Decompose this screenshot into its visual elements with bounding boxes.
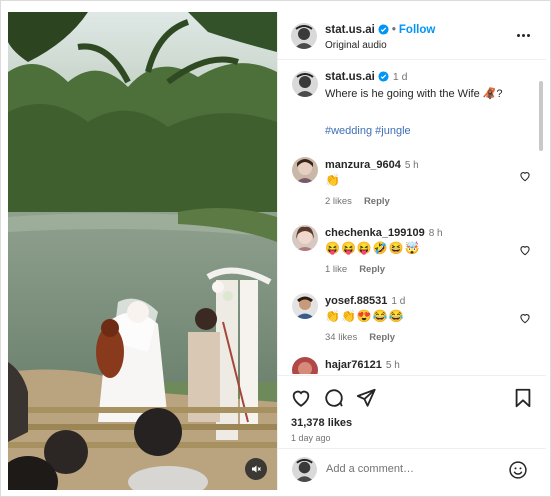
- comment-item: manzura_9604 5 h 👏 2 likes Reply: [292, 157, 532, 217]
- commenter-row: chechenka_199109 8 h: [325, 227, 443, 239]
- current-user-avatar: [292, 457, 317, 482]
- post-details-panel: stat.us.ai • Follow Original audio stat.…: [277, 12, 546, 490]
- like-comment-heart-icon[interactable]: [518, 169, 532, 183]
- post-header: stat.us.ai • Follow Original audio: [278, 12, 546, 60]
- comment-text: 👏: [325, 173, 341, 187]
- reply-button[interactable]: Reply: [369, 332, 395, 343]
- commenter-avatar[interactable]: [292, 225, 318, 251]
- commenter-avatar[interactable]: [292, 157, 318, 183]
- comments-list[interactable]: stat.us.ai 1 d Where is he going with the…: [278, 61, 546, 374]
- commenter-username[interactable]: hajar76121: [325, 359, 382, 371]
- comment-time: 8 h: [428, 228, 443, 239]
- comment-meta: 2 likes Reply: [325, 196, 402, 207]
- like-comment-heart-icon[interactable]: [518, 243, 532, 257]
- commenter-row: hajar76121 5 h: [325, 359, 400, 371]
- share-send-icon[interactable]: [355, 387, 377, 409]
- comment-input[interactable]: [326, 460, 506, 478]
- commenter-avatar-image: [292, 357, 318, 374]
- comment-item: hajar76121 5 h: [292, 357, 532, 374]
- commenter-avatar-image: [292, 293, 318, 319]
- author-avatar-image: [291, 23, 317, 49]
- caption-avatar[interactable]: [292, 71, 318, 97]
- more-dot-icon: [516, 33, 520, 37]
- current-user-avatar-image: [292, 457, 317, 482]
- like-heart-icon[interactable]: [290, 387, 312, 409]
- comment-time: 5 h: [404, 160, 419, 171]
- caption-hashtags[interactable]: #wedding #jungle: [325, 125, 411, 137]
- mute-button[interactable]: [245, 458, 267, 480]
- post-video[interactable]: [8, 12, 277, 490]
- caption-time: 1 d: [392, 71, 408, 83]
- comment-meta: 1 like Reply: [325, 264, 397, 275]
- more-dot-icon: [521, 33, 525, 37]
- verified-badge-icon: [378, 71, 389, 82]
- post-age: 1 day ago: [291, 433, 331, 443]
- author-avatar[interactable]: [291, 23, 317, 49]
- comment-bubble-icon[interactable]: [323, 387, 345, 409]
- author-username[interactable]: stat.us.ai: [325, 24, 375, 36]
- original-audio-link[interactable]: Original audio: [325, 40, 387, 51]
- caption-author-row: stat.us.ai 1 d: [325, 71, 407, 83]
- comment-time: 5 h: [385, 360, 400, 371]
- more-dot-icon: [526, 33, 530, 37]
- commenter-username[interactable]: manzura_9604: [325, 159, 401, 171]
- comments-scrollbar[interactable]: [539, 81, 543, 151]
- comment-text: 😝😝😝🤣😆🤯: [325, 241, 421, 255]
- comment-likes[interactable]: 2 likes: [325, 196, 352, 207]
- follow-button[interactable]: Follow: [399, 24, 435, 36]
- post-modal: stat.us.ai • Follow Original audio stat.…: [0, 0, 551, 497]
- reply-button[interactable]: Reply: [364, 196, 390, 207]
- comment-item: yosef.88531 1 d 👏👏😍😂😂 34 likes Reply: [292, 293, 532, 353]
- comment-text: 👏👏😍😂😂: [325, 309, 405, 323]
- video-frame: [8, 12, 277, 490]
- comment-time: 1 d: [391, 296, 406, 307]
- like-count[interactable]: 31,378 likes: [291, 417, 352, 429]
- caption-avatar-image: [292, 71, 318, 97]
- commenter-username[interactable]: chechenka_199109: [325, 227, 425, 239]
- more-options-button[interactable]: [514, 28, 532, 42]
- commenter-avatar-image: [292, 225, 318, 251]
- muted-speaker-icon: [252, 465, 261, 473]
- commenter-row: yosef.88531 1 d: [325, 295, 405, 307]
- commenter-avatar[interactable]: [292, 357, 318, 374]
- comment-likes[interactable]: 1 like: [325, 264, 347, 275]
- comment-likes[interactable]: 34 likes: [325, 332, 357, 343]
- add-comment-bar: [278, 448, 546, 490]
- caption-text: Where is he going with the Wife 🦧?: [325, 88, 503, 100]
- author-name-row: stat.us.ai • Follow: [325, 24, 435, 36]
- commenter-row: manzura_9604 5 h: [325, 159, 419, 171]
- separator-dot: •: [391, 24, 396, 36]
- save-bookmark-icon[interactable]: [512, 387, 534, 409]
- emoji-smiley-icon[interactable]: [508, 460, 528, 480]
- caption-username[interactable]: stat.us.ai: [325, 71, 375, 83]
- verified-badge-icon: [378, 24, 389, 35]
- like-comment-heart-icon[interactable]: [518, 311, 532, 325]
- commenter-avatar-image: [292, 157, 318, 183]
- post-actions: 31,378 likes 1 day ago: [278, 375, 546, 447]
- commenter-username[interactable]: yosef.88531: [325, 295, 387, 307]
- commenter-avatar[interactable]: [292, 293, 318, 319]
- comment-meta: 34 likes Reply: [325, 332, 407, 343]
- reply-button[interactable]: Reply: [359, 264, 385, 275]
- comment-item: chechenka_199109 8 h 😝😝😝🤣😆🤯 1 like Reply: [292, 225, 532, 285]
